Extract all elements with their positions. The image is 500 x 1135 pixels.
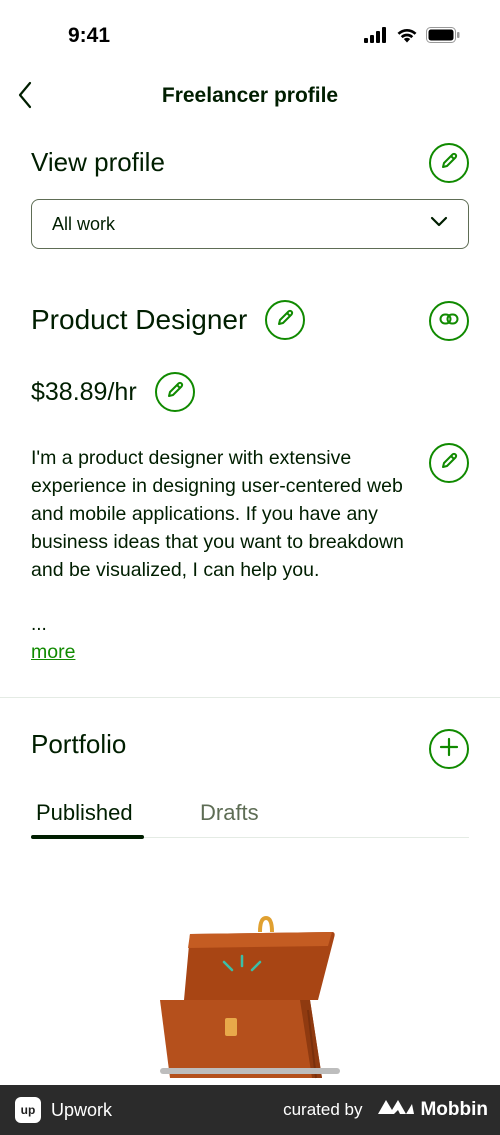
hourly-rate: $38.89/hr <box>31 377 137 406</box>
view-profile-heading: View profile <box>31 147 165 177</box>
portfolio-heading: Portfolio <box>31 729 127 759</box>
mobbin-name: Mobbin <box>420 1099 488 1120</box>
chevron-down-icon <box>430 215 448 233</box>
page-title: Freelancer profile <box>161 84 339 107</box>
rate-row: $38.89/hr <box>31 372 195 412</box>
pencil-icon <box>275 308 295 333</box>
status-icons <box>364 27 460 48</box>
wifi-icon <box>396 27 418 48</box>
footer-brand-group: up Upwork <box>15 1097 112 1123</box>
edit-overview-button[interactable] <box>429 443 469 483</box>
status-time: 9:41 <box>68 24 111 47</box>
edit-view-profile-button[interactable] <box>429 143 469 183</box>
tab-published[interactable]: Published <box>36 800 133 826</box>
battery-icon <box>426 27 460 48</box>
pencil-icon <box>439 151 459 176</box>
edit-title-button[interactable] <box>265 300 306 340</box>
overview-truncation: ... <box>31 614 47 635</box>
footer-brand-name: Upwork <box>51 1099 113 1120</box>
profile-title-row: Product Designer <box>31 300 306 340</box>
more-link[interactable]: more <box>31 641 75 664</box>
nav-bar: Freelancer profile <box>0 74 500 120</box>
share-profile-link-button[interactable] <box>429 301 469 341</box>
pencil-icon <box>439 451 459 476</box>
mobbin-mark-icon <box>376 1098 415 1122</box>
portfolio-tabs: Published Drafts <box>31 796 469 839</box>
profile-title: Product Designer <box>31 304 248 335</box>
section-divider <box>0 697 500 698</box>
link-icon <box>439 312 459 331</box>
view-profile-dropdown[interactable]: All work <box>31 199 469 249</box>
mobbin-logo: Mobbin <box>376 1098 488 1122</box>
plus-icon <box>439 737 459 762</box>
curated-by-label: curated by <box>283 1100 363 1119</box>
dropdown-selected-value: All work <box>52 213 116 234</box>
edit-rate-button[interactable] <box>154 372 195 412</box>
attribution-footer: up Upwork curated by Mobbin <box>0 1085 500 1135</box>
open-briefcase-illustration <box>150 910 350 1085</box>
pencil-icon <box>165 380 185 405</box>
status-bar: 9:41 <box>0 0 500 74</box>
footer-curator-group: curated by Mobbin <box>283 1098 488 1122</box>
upwork-logo-icon: up <box>15 1097 41 1123</box>
cellular-signal-icon <box>364 27 388 48</box>
active-tab-indicator <box>31 835 144 839</box>
add-portfolio-button[interactable] <box>429 729 469 769</box>
profile-overview: I'm a product designer with extensive ex… <box>31 447 404 581</box>
tab-drafts[interactable]: Drafts <box>200 800 259 826</box>
